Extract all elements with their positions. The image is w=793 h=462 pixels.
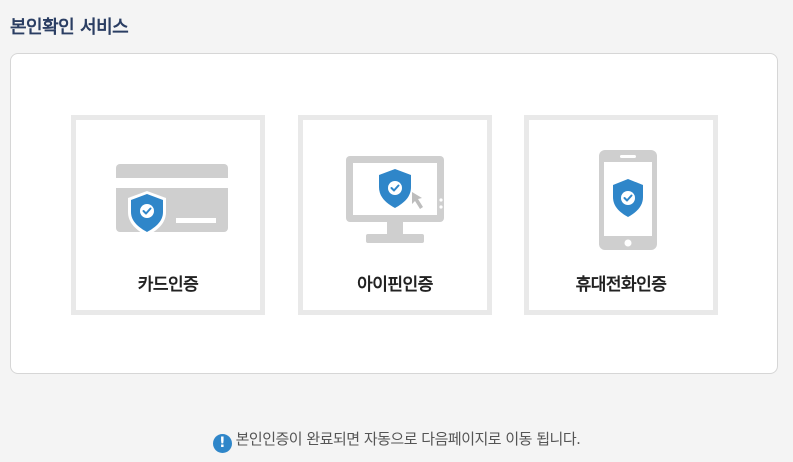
credit-card-shield-icon	[116, 164, 228, 236]
auth-options-panel: 카드인증 아이핀인증 휴대전화인증	[10, 53, 778, 374]
ipin-auth-option[interactable]: 아이핀인증	[298, 115, 492, 315]
notice-text: 본인인증이 완료되면 자동으로 다음페이지로 이동 됩니다.	[235, 430, 581, 448]
card-auth-option[interactable]: 카드인증	[71, 115, 265, 315]
card-auth-label: 카드인증	[137, 275, 199, 295]
ipin-auth-label: 아이핀인증	[357, 275, 433, 295]
exclamation-circle-icon: !	[212, 434, 232, 453]
page-title: 본인확인 서비스	[10, 17, 129, 38]
mobile-auth-label: 휴대전화인증	[575, 275, 667, 295]
monitor-shield-cursor-icon	[346, 156, 444, 243]
redirect-notice: ! 본인인증이 완료되면 자동으로 다음페이지로 이동 됩니다.	[0, 428, 793, 453]
mobile-phone-shield-icon	[599, 150, 657, 250]
mobile-auth-option[interactable]: 휴대전화인증	[524, 115, 718, 315]
